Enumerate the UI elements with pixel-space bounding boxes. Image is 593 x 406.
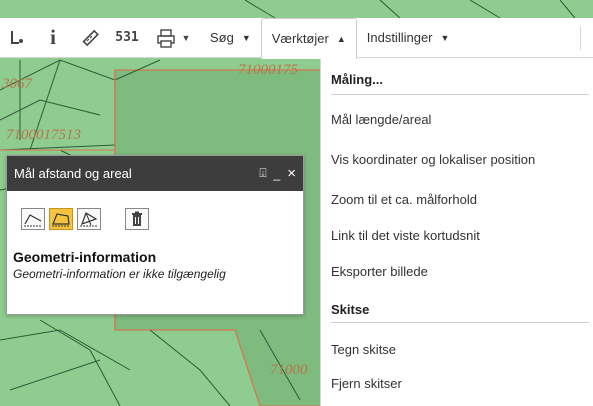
panel-titlebar[interactable]: Mål afstand og areal ⍗ _ × <box>7 156 303 191</box>
tools-dropdown: Måling... Mål længde/areal Vis koordinat… <box>320 58 593 406</box>
measure-panel: Mål afstand og areal ⍗ _ × Geometri-info… <box>6 155 304 315</box>
coordinates-icon[interactable]: 531 <box>108 18 146 58</box>
layers-icon[interactable] <box>0 18 34 58</box>
measure-point-button[interactable] <box>77 208 101 230</box>
sketch-section-header: Skitse <box>331 302 370 317</box>
measure-area-button[interactable] <box>49 208 73 230</box>
tools-menu[interactable]: Værktøjer ▲ <box>260 17 357 59</box>
section-divider <box>331 94 589 95</box>
dock-icon[interactable]: ⍗ <box>259 166 266 181</box>
print-icon <box>156 28 175 48</box>
settings-menu[interactable]: Indstillinger ▼ <box>357 18 460 58</box>
menu-item-export-image[interactable]: Eksporter billede <box>331 264 428 279</box>
chevron-down-icon: ▼ <box>181 32 191 43</box>
measure-line-button[interactable] <box>21 208 45 230</box>
coordinates-icon-text: 531 <box>115 30 139 45</box>
parcel-label: 71000 <box>270 362 308 378</box>
info-icon[interactable]: i <box>34 18 72 58</box>
menu-item-show-coordinates[interactable]: Vis koordinater og lokaliser position <box>331 152 535 167</box>
measure-area-icon <box>52 213 70 227</box>
chevron-down-icon: ▼ <box>241 32 251 43</box>
delete-measurement-button[interactable] <box>125 208 149 230</box>
parcel-label: 3067 <box>2 76 32 92</box>
measure-section-header: Måling... <box>331 72 383 87</box>
section-divider <box>331 322 589 323</box>
main-toolbar: i 531 ▼ Søg ▼ Værktøjer ▲ Indstillinger … <box>0 17 593 59</box>
settings-menu-label: Indstillinger <box>366 30 433 45</box>
toolbar-divider <box>580 26 581 50</box>
close-icon[interactable]: × <box>287 165 296 182</box>
menu-item-zoom-to-scale[interactable]: Zoom til et ca. målforhold <box>331 192 477 207</box>
trash-icon <box>132 211 142 226</box>
chevron-down-icon: ▼ <box>440 32 450 43</box>
menu-item-link-to-view[interactable]: Link til det viste kortudsnit <box>331 228 480 243</box>
panel-title: Mål afstand og areal <box>14 166 132 181</box>
menu-item-remove-sketches[interactable]: Fjern skitser <box>331 376 402 391</box>
search-menu[interactable]: Søg ▼ <box>200 18 261 58</box>
search-menu-label: Søg <box>210 30 234 45</box>
parcel-label: 7100017513 <box>6 127 81 143</box>
parcel-label: 71000175 <box>238 62 298 78</box>
minimize-icon[interactable]: _ <box>274 167 281 181</box>
measure-point-icon <box>80 212 98 227</box>
tools-menu-label: Værktøjer <box>271 31 329 46</box>
measure-line-icon <box>24 214 42 227</box>
geometry-info-text: Geometri-information er ikke tilgængelig <box>13 267 226 281</box>
geometry-info-title: Geometri-information <box>13 249 157 265</box>
menu-item-measure-length-area[interactable]: Mål længde/areal <box>331 112 431 127</box>
menu-item-draw-sketch[interactable]: Tegn skitse <box>331 342 396 357</box>
measure-tools <box>21 208 149 230</box>
ruler-icon[interactable] <box>72 18 108 58</box>
print-button[interactable]: ▼ <box>146 18 200 58</box>
chevron-up-icon: ▲ <box>336 33 346 44</box>
